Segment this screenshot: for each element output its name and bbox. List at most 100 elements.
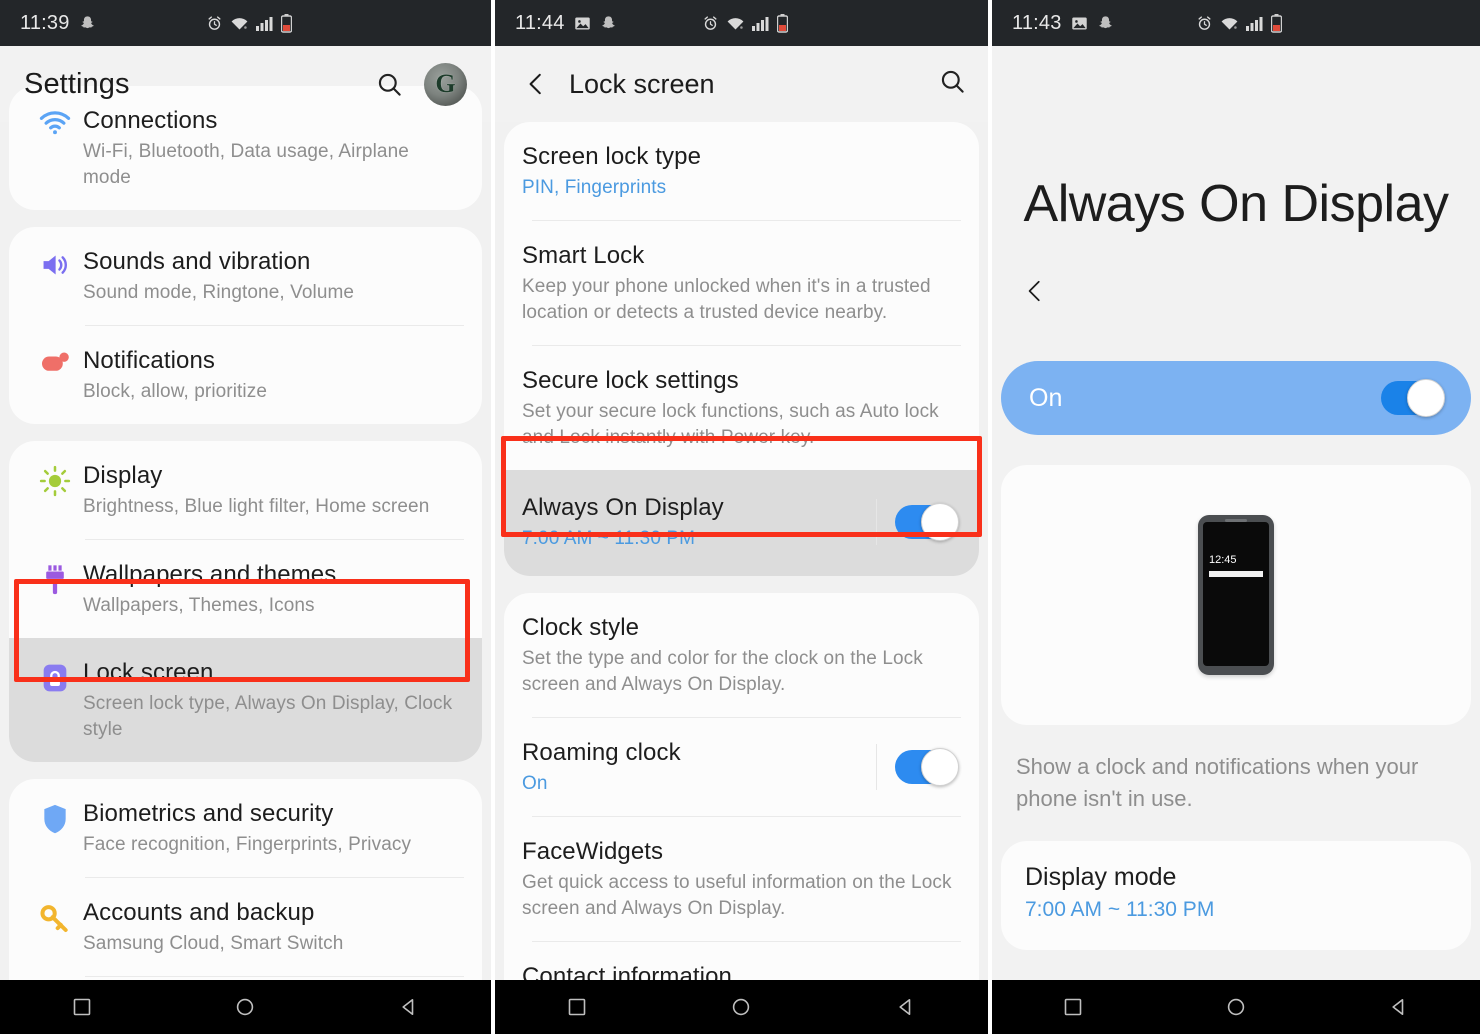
list-item-texts: Smart Lock Keep your phone unlocked when…: [522, 240, 957, 326]
status-bar-clock: 11:43: [1012, 11, 1062, 34]
back-button[interactable]: [1371, 980, 1427, 1034]
home-button[interactable]: [217, 980, 273, 1034]
list-item-accounts-and-backup[interactable]: Accounts and backup Samsung Cloud, Smart…: [9, 878, 482, 976]
phone-screen: 12:45: [1203, 522, 1269, 666]
screen-panel3: Always On Display On 12:45 Show a clock …: [992, 46, 1480, 1034]
list-item-lock-screen[interactable]: Lock screen Screen lock type, Always On …: [9, 638, 482, 762]
list-item-sounds-and-vibration[interactable]: Sounds and vibration Sound mode, Rington…: [9, 227, 482, 325]
brightness-icon: [27, 460, 83, 497]
screen-panel1: Settings G Connections Wi-Fi, Bluetooth,…: [0, 46, 491, 1034]
list-item-title: Sounds and vibration: [83, 248, 311, 275]
snapchat-icon: [79, 15, 96, 32]
chevron-left-icon[interactable]: [1022, 278, 1048, 304]
list-item-texts: Roaming clock On: [522, 737, 876, 797]
wifi-icon: [27, 105, 83, 136]
signal-icon: [255, 15, 274, 31]
list-item-title: Lock screen: [83, 659, 214, 686]
recents-button[interactable]: [54, 980, 110, 1034]
list-item-notifications[interactable]: Notifications Block, allow, prioritize: [9, 326, 482, 424]
list-item-screen-lock-type[interactable]: Screen lock type PIN, Fingerprints: [504, 122, 979, 220]
list-item-subtitle: Keep your phone unlocked when it's in a …: [522, 276, 931, 323]
status-bar-clock: 11:39: [20, 11, 70, 34]
list-item-subtitle: Face recognition, Fingerprints, Privacy: [83, 834, 412, 855]
recents-button[interactable]: [549, 980, 605, 1034]
list-item-title: FaceWidgets: [522, 838, 664, 865]
list-item-texts: Screen lock type PIN, Fingerprints: [522, 141, 957, 201]
status-bar-right: [702, 13, 788, 33]
list-item-connections[interactable]: Connections Wi-Fi, Bluetooth, Data usage…: [9, 86, 482, 210]
list-item-texts: Always On Display 7:00 AM ~ 11:30 PM: [522, 492, 876, 552]
phone-clock: 12:45: [1209, 554, 1237, 566]
recents-button[interactable]: [1045, 980, 1101, 1034]
shield-icon: [27, 798, 83, 835]
toggle-separator: [876, 499, 877, 545]
toggle-knob: [1407, 379, 1445, 417]
status-bar-left: 11:39: [20, 12, 96, 35]
aod-on-banner[interactable]: On: [1001, 361, 1471, 435]
lock-screen-card-list: Screen lock type PIN, Fingerprints Smart…: [495, 122, 988, 1034]
list-item-subtitle: Brightness, Blue light filter, Home scre…: [83, 496, 430, 517]
status-bar-left: 11:43: [1012, 12, 1114, 35]
status-bar-right: [1196, 13, 1283, 33]
home-button[interactable]: [713, 980, 769, 1034]
aod-preview-card: 12:45: [1001, 465, 1471, 725]
list-item-texts: Biometrics and security Face recognition…: [83, 798, 460, 858]
image-icon: [574, 15, 591, 32]
list-item-display[interactable]: Display Brightness, Blue light filter, H…: [9, 441, 482, 539]
list-item-subtitle: Wallpapers, Themes, Icons: [83, 595, 315, 616]
aod-display-mode-card[interactable]: Display mode 7:00 AM ~ 11:30 PM: [1001, 841, 1471, 950]
battery-icon: [776, 13, 788, 33]
list-item-texts: Display Brightness, Blue light filter, H…: [83, 460, 460, 520]
list-item-texts: Wallpapers and themes Wallpapers, Themes…: [83, 559, 460, 619]
list-item-smart-lock[interactable]: Smart Lock Keep your phone unlocked when…: [504, 221, 979, 345]
wifi-icon: [726, 15, 745, 32]
list-item-title: Screen lock type: [522, 143, 702, 170]
home-button[interactable]: [1208, 980, 1264, 1034]
list-item-title: Accounts and backup: [83, 899, 315, 926]
list-item-texts: Connections Wi-Fi, Bluetooth, Data usage…: [83, 105, 460, 191]
list-item-clock-style[interactable]: Clock style Set the type and color for t…: [504, 593, 979, 717]
wifi-icon: [230, 15, 249, 32]
list-item-title: Biometrics and security: [83, 800, 334, 827]
navigation-bar-panel1: [0, 980, 491, 1034]
speaker-icon: [27, 246, 83, 279]
settings-card-list: Connections Wi-Fi, Bluetooth, Data usage…: [0, 86, 491, 1034]
list-item-texts: Notifications Block, allow, prioritize: [83, 345, 460, 405]
chevron-left-icon[interactable]: [517, 65, 555, 103]
list-item-roaming-clock[interactable]: Roaming clock On: [504, 718, 979, 816]
aod-master-toggle[interactable]: [1381, 379, 1445, 417]
list-item-facewidgets[interactable]: FaceWidgets Get quick access to useful i…: [504, 817, 979, 941]
display-mode-subtitle: 7:00 AM ~ 11:30 PM: [1025, 898, 1215, 921]
aod-hero: Always On Display: [992, 46, 1480, 234]
list-item-texts: Accounts and backup Samsung Cloud, Smart…: [83, 897, 460, 957]
back-button[interactable]: [381, 980, 437, 1034]
list-item-secure-lock-settings[interactable]: Secure lock settings Set your secure loc…: [504, 346, 979, 470]
alarm-icon: [206, 15, 223, 32]
search-icon[interactable]: [939, 68, 966, 100]
list-item-texts: FaceWidgets Get quick access to useful i…: [522, 836, 957, 922]
panel-always-on-display: 11:43 Always On Display On 12:45 Show a …: [992, 0, 1480, 1034]
list-item-always-on-display[interactable]: Always On Display 7:00 AM ~ 11:30 PM: [504, 470, 979, 576]
status-bar-panel3: 11:43: [992, 0, 1480, 46]
settings-group-connections: Connections Wi-Fi, Bluetooth, Data usage…: [9, 86, 482, 210]
page-title: Always On Display: [1023, 175, 1449, 233]
list-item-biometrics-and-security[interactable]: Biometrics and security Face recognition…: [9, 779, 482, 877]
display-mode-title: Display mode: [1025, 863, 1177, 891]
page-title: Lock screen: [569, 68, 715, 99]
list-item-subtitle: Block, allow, prioritize: [83, 381, 268, 402]
signal-icon: [751, 15, 770, 31]
list-item-wallpapers-and-themes[interactable]: Wallpapers and themes Wallpapers, Themes…: [9, 540, 482, 638]
roaming-clock-toggle[interactable]: [895, 748, 959, 786]
always-on-display-toggle[interactable]: [895, 503, 959, 541]
list-item-title: Roaming clock: [522, 739, 681, 766]
status-bar-panel2: 11:44: [495, 0, 988, 46]
list-item-texts: Clock style Set the type and color for t…: [522, 612, 957, 698]
settings-group-display-lock: Display Brightness, Blue light filter, H…: [9, 441, 482, 762]
list-item-title: Display: [83, 462, 163, 489]
list-item-title: Wallpapers and themes: [83, 561, 337, 588]
paintbrush-icon: [27, 559, 83, 596]
alarm-icon: [1196, 15, 1213, 32]
lock-group-1: Screen lock type PIN, Fingerprints Smart…: [504, 122, 979, 576]
back-button[interactable]: [878, 980, 934, 1034]
phone-speaker: [1225, 519, 1247, 522]
